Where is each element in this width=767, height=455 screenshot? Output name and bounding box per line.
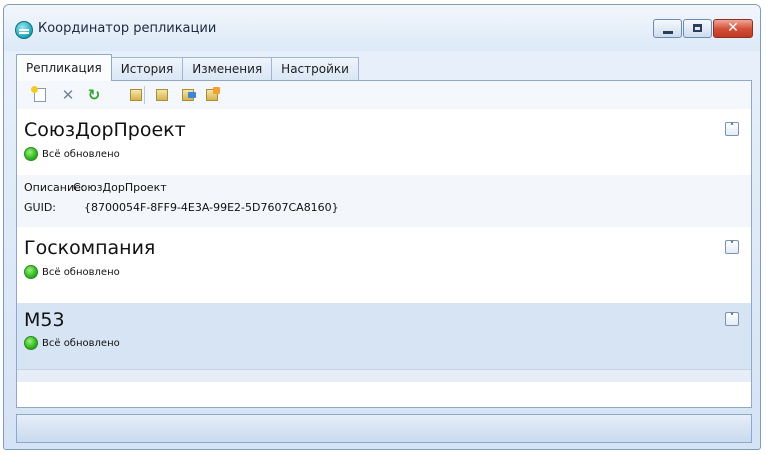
replication-panel: ✕ ↻ СоюзДорПроект Всё обновлено ˄ Описан… — [16, 80, 752, 408]
tab-settings[interactable]: Настройки — [271, 57, 359, 81]
group-status: Всё обновлено — [24, 147, 120, 161]
group-details: Описание:СоюзДорПроект GUID: {8700054F-8F… — [17, 175, 751, 227]
status-text: Всё обновлено — [42, 337, 120, 349]
window-title: Координатор репликации — [38, 21, 217, 36]
refresh-icon[interactable]: ↻ — [85, 86, 103, 104]
group-title: Госкомпания — [24, 237, 156, 259]
close-button[interactable]: ✕ — [713, 19, 753, 38]
transfer-icon[interactable] — [179, 86, 197, 104]
description-label: Описание: — [24, 181, 85, 194]
replica-group-m53[interactable]: М53 Всё обновлено ˅ — [17, 303, 751, 369]
export-icon[interactable] — [203, 86, 221, 104]
main-window: Координатор репликации ✕ Репликация Исто… — [3, 4, 761, 450]
status-bar — [16, 414, 752, 443]
description-value: СоюзДорПроект — [73, 181, 167, 194]
description-row: Описание:СоюзДорПроект — [24, 181, 167, 194]
title-bar[interactable]: Координатор репликации ✕ — [4, 5, 760, 51]
tab-changes[interactable]: Изменения — [182, 57, 273, 81]
toolbar: ✕ ↻ — [17, 81, 751, 110]
status-text: Всё обновлено — [42, 266, 120, 278]
replication-app-icon — [15, 21, 33, 39]
group-title: М53 — [24, 309, 65, 331]
guid-value: {8700054F-8FF9-4E3A-99E2-5D7607CA8160} — [84, 201, 339, 214]
status-ok-icon — [24, 265, 38, 279]
status-ok-icon — [24, 336, 38, 350]
delete-icon[interactable]: ✕ — [59, 86, 77, 104]
guid-label: GUID: — [24, 201, 56, 214]
expand-chevron-icon[interactable]: ˅ — [725, 312, 739, 326]
group-title: СоюзДорПроект — [24, 119, 186, 141]
maximize-button[interactable] — [683, 19, 712, 38]
status-text: Всё обновлено — [42, 148, 120, 160]
new-icon[interactable] — [31, 86, 49, 104]
caption-buttons: ✕ — [653, 19, 753, 38]
tab-strip: Репликация История Изменения Настройки — [16, 54, 359, 81]
move-left-icon[interactable] — [127, 86, 145, 104]
collapse-chevron-icon[interactable]: ˄ — [725, 122, 739, 136]
group-status: Всё обновлено — [24, 336, 120, 350]
list-footer — [17, 369, 751, 382]
tab-history[interactable]: История — [110, 57, 184, 81]
guid-row: GUID: {8700054F-8FF9-4E3A-99E2-5D7607CA81… — [24, 201, 339, 214]
expand-chevron-icon[interactable]: ˅ — [725, 240, 739, 254]
move-right-icon[interactable] — [153, 86, 171, 104]
tab-replication[interactable]: Репликация — [16, 54, 112, 81]
group-status: Всё обновлено — [24, 265, 120, 279]
status-ok-icon — [24, 147, 38, 161]
minimize-button[interactable] — [653, 19, 682, 38]
